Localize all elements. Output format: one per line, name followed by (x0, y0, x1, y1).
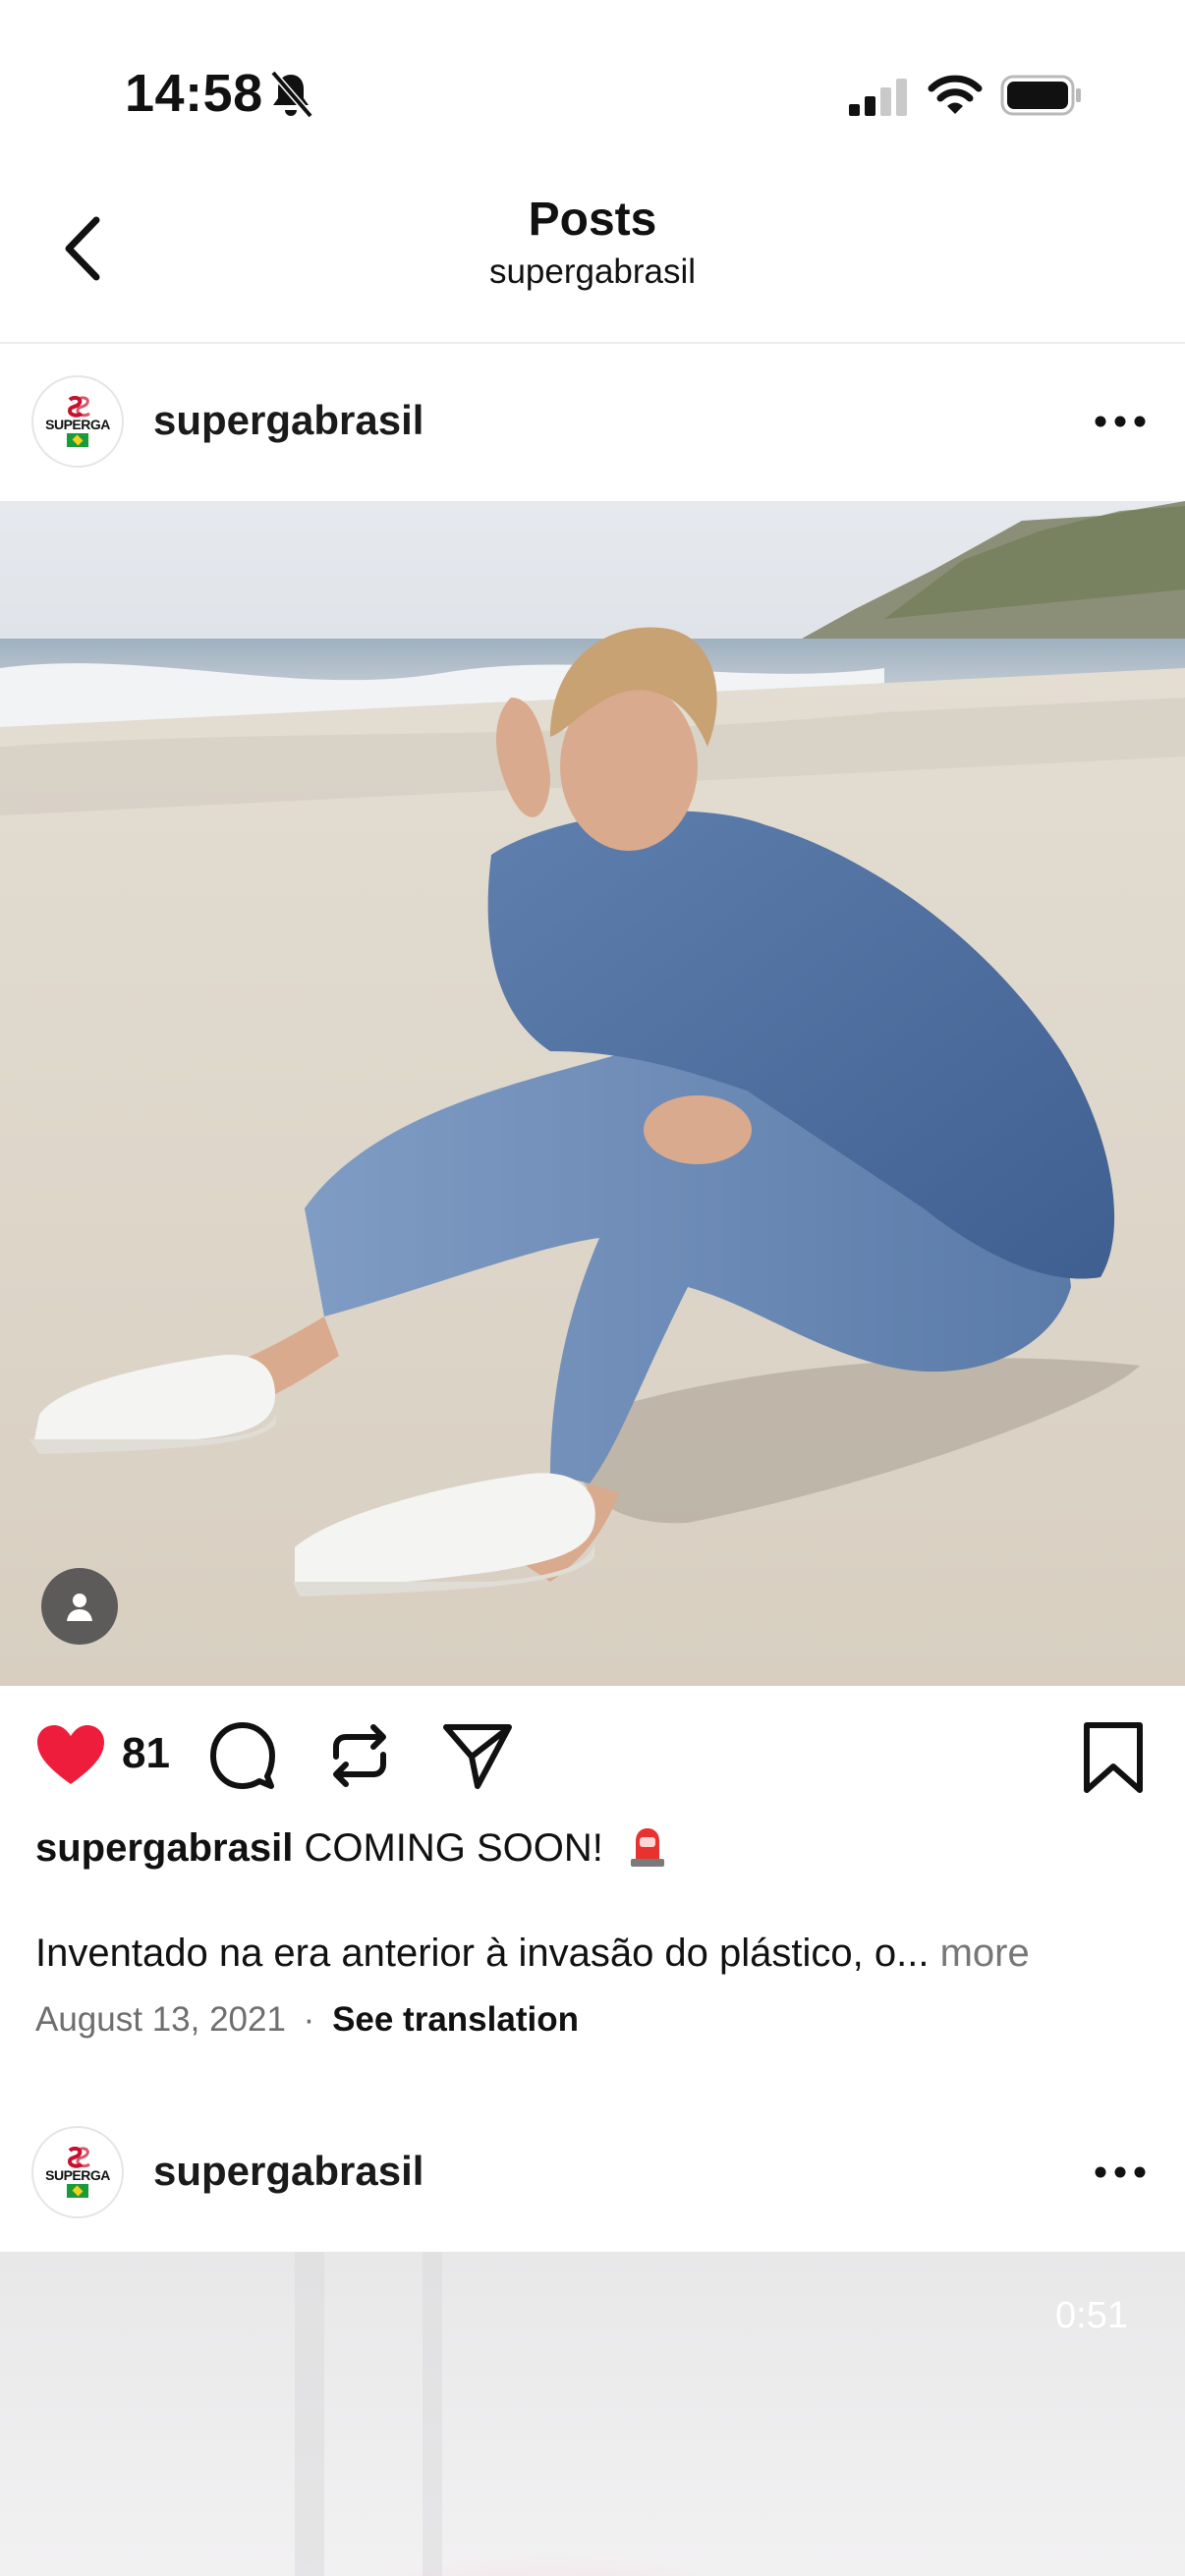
post-username[interactable]: supergabrasil (153, 2148, 423, 2195)
avatar-brand-text: SUPERGA (45, 2167, 110, 2183)
page-subtitle: supergabrasil (488, 252, 697, 291)
bell-muted-icon (270, 70, 313, 119)
caption-username[interactable]: supergabrasil (35, 1826, 293, 1870)
caption-line: supergabrasil COMING SOON! (35, 1825, 1156, 1871)
video-duration: 0:51 (1055, 2295, 1128, 2336)
repost-icon[interactable] (328, 1721, 391, 1790)
cellular-signal-icon (849, 79, 907, 116)
post-date: August 13, 2021 (35, 2000, 286, 2039)
police-light-emoji-icon (631, 1828, 665, 1867)
avatar[interactable]: SUPERGA (31, 2126, 124, 2218)
bookmark-icon[interactable] (1081, 1721, 1146, 1794)
brazil-flag-icon (67, 2184, 88, 2198)
more-options-icon[interactable] (1093, 2164, 1148, 2180)
more-options-icon[interactable] (1093, 414, 1148, 429)
video-thumbnail-illustration (0, 2252, 1185, 2576)
superga-logo-icon (67, 2147, 90, 2168)
post-video[interactable] (0, 2252, 1185, 2576)
post-photo[interactable] (0, 501, 1185, 1686)
tagged-users-button[interactable] (41, 1568, 118, 1645)
meta-separator: · (303, 2000, 315, 2039)
heart-filled-icon[interactable] (35, 1723, 106, 1788)
caption-title: COMING SOON! (304, 1826, 603, 1870)
comment-icon[interactable] (208, 1721, 277, 1790)
avatar-brand-text: SUPERGA (45, 417, 110, 432)
wifi-icon (928, 75, 983, 114)
post-meta: August 13, 2021 · See translation (35, 2000, 579, 2040)
battery-icon (1000, 75, 1081, 116)
status-time: 14:58 (125, 64, 263, 123)
send-icon[interactable] (442, 1721, 513, 1790)
caption-text: Inventado na era anterior à invasão do p… (35, 1932, 1156, 1976)
more-link[interactable]: more (940, 1932, 1030, 1975)
like-count[interactable]: 81 (122, 1729, 170, 1778)
see-translation-link[interactable]: See translation (332, 2000, 579, 2039)
person-icon (67, 1594, 92, 1621)
header-divider (0, 342, 1185, 344)
brazil-flag-icon (67, 433, 88, 447)
caption-body: Inventado na era anterior à invasão do p… (35, 1932, 930, 1975)
avatar[interactable]: SUPERGA (31, 375, 124, 468)
page-title: Posts (528, 194, 657, 246)
beach-photo-illustration (0, 501, 1185, 1686)
superga-logo-icon (67, 396, 90, 418)
post-username[interactable]: supergabrasil (153, 397, 423, 444)
